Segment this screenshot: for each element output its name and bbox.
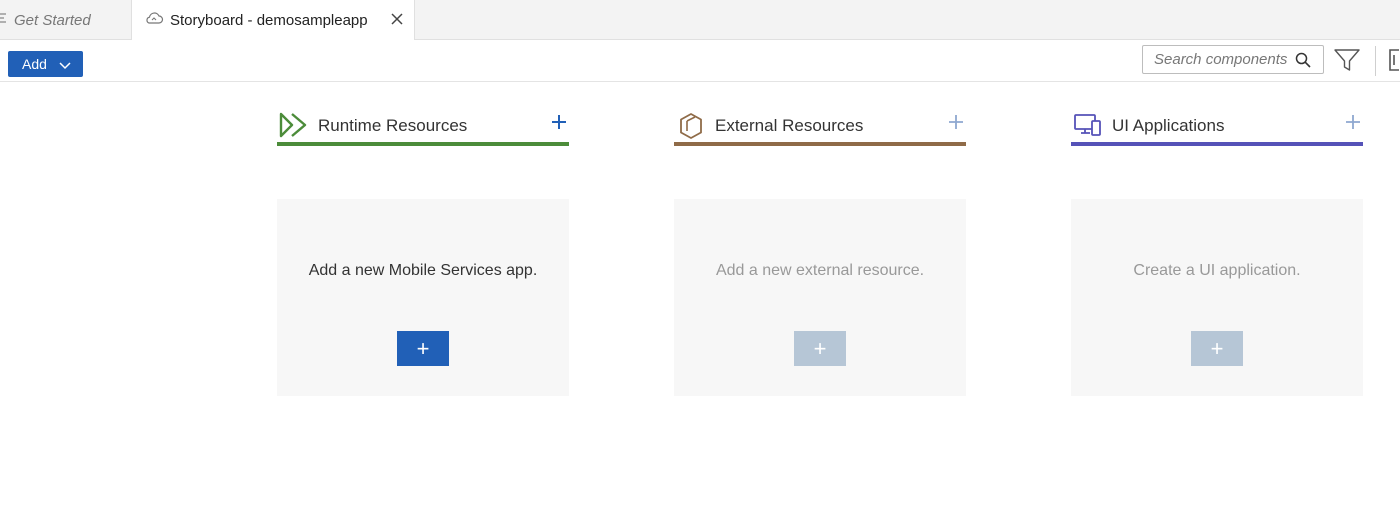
search-box [1142,45,1324,74]
hexagon-box-icon [676,112,706,145]
column-header: External Resources [674,108,966,146]
card-message: Add a new external resource. [715,262,925,279]
empty-card: Add a new Mobile Services app. + [277,199,569,396]
toolbar-divider [1375,46,1376,76]
add-button[interactable]: Add [8,51,83,77]
empty-card: Add a new external resource. + [674,199,966,396]
tab-bar: Get Started Storyboard - demosampleapp [0,0,1400,40]
column-title: Runtime Resources [318,116,468,135]
column-header: UI Applications [1071,108,1363,146]
toolbar: Add [0,40,1400,82]
create-ui-application-button[interactable]: + [1191,331,1243,366]
column-runtime-resources: Runtime Resources Add a new Mobile Servi… [277,108,569,396]
add-ui-application-icon[interactable] [1343,112,1363,132]
tab-get-started[interactable]: Get Started [0,0,132,40]
close-icon[interactable] [390,12,404,26]
cloud-icon [144,11,164,29]
filter-icon[interactable] [1334,48,1360,77]
card-message: Create a UI application. [1133,262,1301,279]
tab-storyboard[interactable]: Storyboard - demosampleapp [132,0,415,40]
add-external-resource-button[interactable]: + [794,331,846,366]
runtime-resources-icon [279,112,309,143]
empty-card: Create a UI application. + [1071,199,1363,396]
search-icon[interactable] [1295,52,1311,73]
add-button-label: Add [22,56,47,72]
card-message: Add a new Mobile Services app. [308,262,538,279]
column-title: UI Applications [1112,116,1225,135]
column-title: External Resources [715,116,864,135]
column-ui-applications: UI Applications Create a UI application.… [1071,108,1363,396]
column-external-resources: External Resources Add a new external re… [674,108,966,396]
chevron-down-icon [59,58,71,74]
tab-get-started-label: Get Started [14,11,91,29]
search-input[interactable] [1154,51,1288,68]
tab-storyboard-label: Storyboard - demosampleapp [170,11,368,29]
column-header: Runtime Resources [277,108,569,146]
devices-icon [1073,112,1103,143]
add-mobile-services-app-button[interactable]: + [397,331,449,366]
add-runtime-resource-icon[interactable] [549,112,569,132]
add-external-resource-icon[interactable] [946,112,966,132]
lines-icon [0,11,10,29]
panel-icon[interactable] [1388,48,1400,77]
